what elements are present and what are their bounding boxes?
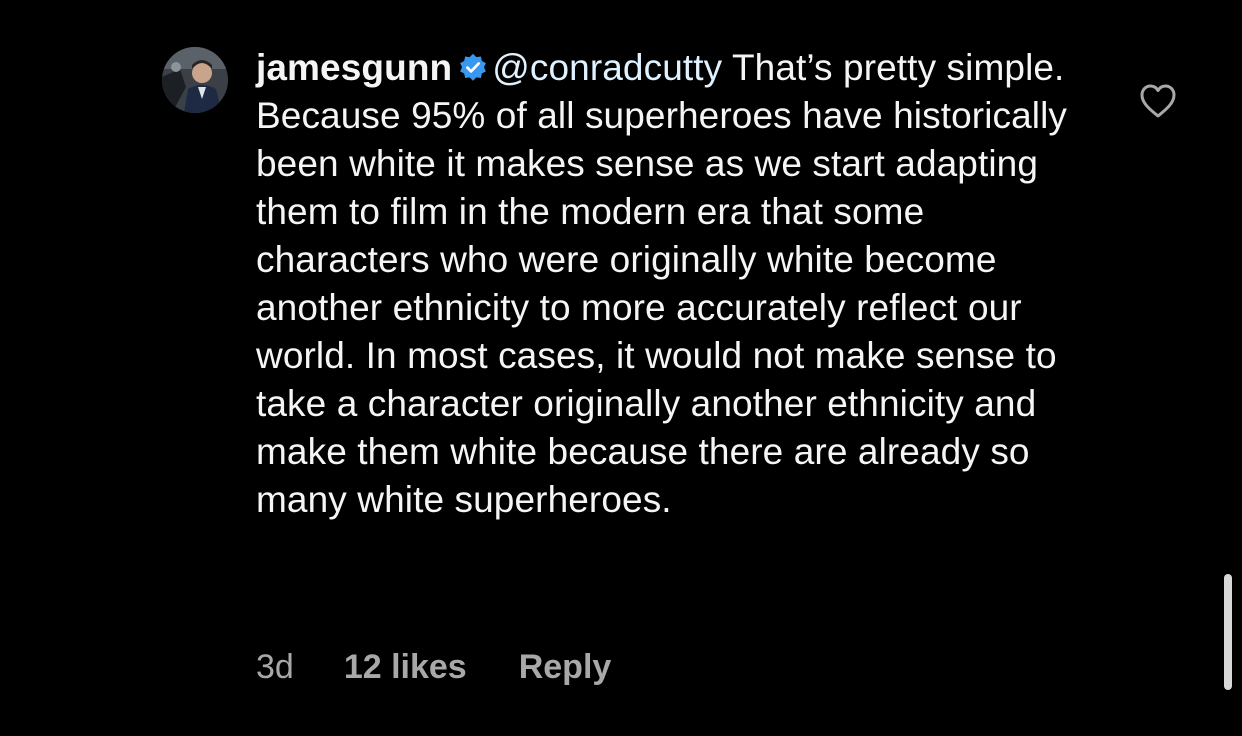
likes-count-button[interactable]: 12 likes bbox=[344, 648, 467, 687]
comment-text: jamesgunn @conradcutty That’s pretty sim… bbox=[256, 44, 1086, 524]
comment: jamesgunn @conradcutty That’s pretty sim… bbox=[0, 0, 1242, 736]
heart-icon[interactable] bbox=[1138, 82, 1178, 120]
avatar[interactable] bbox=[162, 47, 228, 113]
scrollbar[interactable] bbox=[1224, 574, 1232, 690]
verified-badge-icon bbox=[460, 53, 487, 81]
comment-meta: 3d 12 likes Reply bbox=[256, 642, 611, 692]
reply-button[interactable]: Reply bbox=[519, 648, 612, 687]
username-link[interactable]: jamesgunn bbox=[256, 47, 452, 88]
mention-link[interactable]: @conradcutty bbox=[492, 47, 722, 88]
comment-time: 3d bbox=[256, 647, 294, 686]
avatar-image bbox=[162, 47, 228, 113]
comment-content: That’s pretty simple. Because 95% of all… bbox=[256, 47, 1068, 520]
